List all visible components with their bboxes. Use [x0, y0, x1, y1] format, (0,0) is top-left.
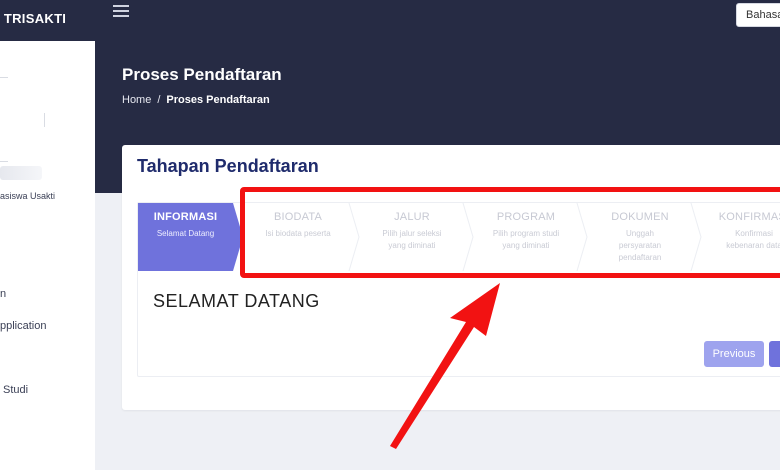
- profile-subtitle: asiswa Usakti: [0, 191, 56, 201]
- profile-name-blurred: [0, 166, 42, 180]
- sidebar-item-studi[interactable]: Studi: [3, 384, 28, 396]
- breadcrumb: Home / Proses Pendaftaran: [122, 94, 270, 106]
- top-navbar: Bahasa: [95, 0, 780, 41]
- sidebar-divider: [0, 161, 8, 162]
- sidebar-item-application[interactable]: pplication: [0, 320, 46, 332]
- welcome-heading: SELAMAT DATANG: [153, 291, 320, 311]
- hamburger-menu-icon[interactable]: [113, 5, 129, 17]
- language-selector[interactable]: Bahasa: [736, 3, 780, 27]
- step-informasi[interactable]: INFORMASI Selamat Datang: [138, 203, 233, 271]
- sidebar: S TRISAKTI asiswa Usakti n pplication St…: [0, 0, 95, 470]
- sidebar-divider: [0, 77, 8, 78]
- page-title: Proses Pendaftaran: [122, 65, 282, 84]
- step-description: Selamat Datang: [156, 229, 215, 238]
- breadcrumb-separator: /: [157, 94, 161, 106]
- breadcrumb-current: Proses Pendaftaran: [166, 94, 270, 106]
- card-title: Tahapan Pendaftaran: [137, 156, 319, 176]
- next-button[interactable]: [769, 341, 780, 367]
- sidebar-item-1[interactable]: n: [0, 288, 6, 300]
- breadcrumb-home-link[interactable]: Home: [122, 94, 151, 106]
- previous-button[interactable]: Previous: [704, 341, 764, 367]
- step-label: INFORMASI: [153, 211, 218, 223]
- annotation-highlight-box: [240, 187, 780, 278]
- sidebar-divider: [44, 113, 45, 127]
- brand-logo-text[interactable]: S TRISAKTI: [0, 0, 95, 41]
